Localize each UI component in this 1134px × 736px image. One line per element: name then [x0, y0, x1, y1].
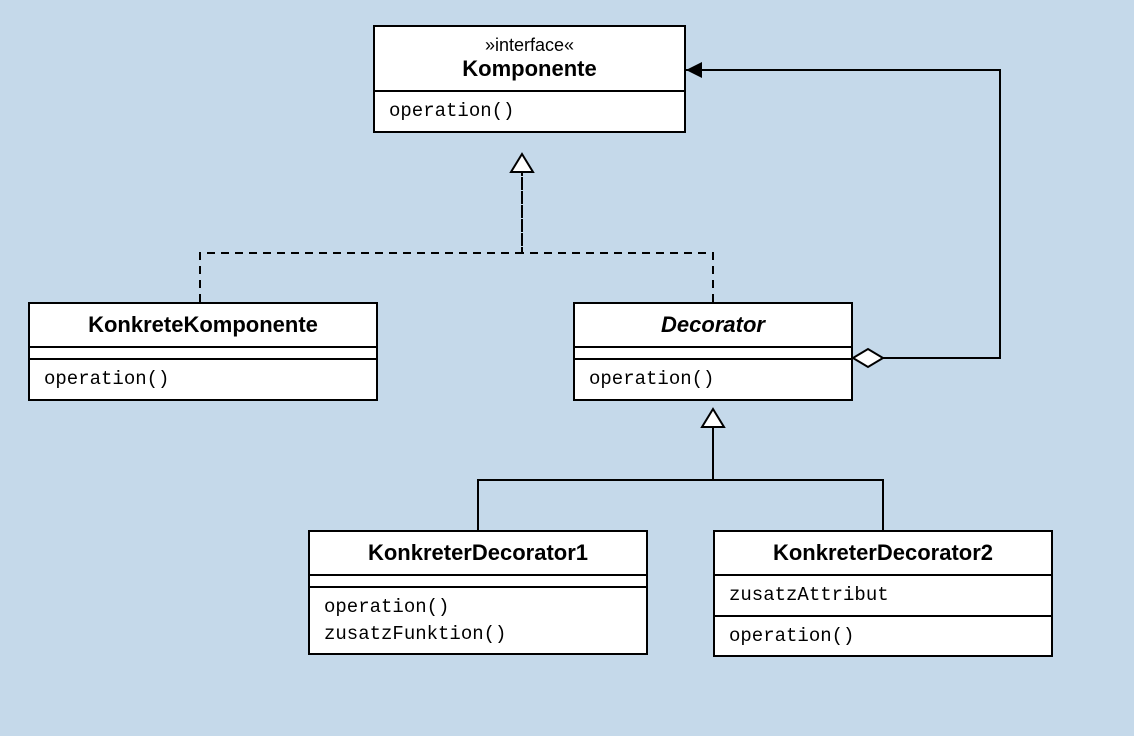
- class-name: Decorator: [591, 312, 835, 338]
- method: operation(): [324, 594, 632, 621]
- realization-decorator-to-komponente: [522, 171, 713, 302]
- inheritance-decorator2-to-decorator: [713, 426, 883, 530]
- class-konkreter-decorator1: KonkreterDecorator1 operation() zusatzFu…: [308, 530, 648, 655]
- methods-section: operation(): [30, 360, 376, 399]
- class-konkreter-decorator2: KonkreterDecorator2 zusatzAttribut opera…: [713, 530, 1053, 657]
- realization-konkrete-to-komponente: [200, 171, 522, 302]
- class-title: KonkreteKomponente: [30, 304, 376, 348]
- class-title: KonkreterDecorator1: [310, 532, 646, 576]
- attributes-section: [310, 576, 646, 588]
- class-name: KonkreteKomponente: [46, 312, 360, 338]
- attribute: zusatzAttribut: [729, 582, 1037, 609]
- methods-section: operation(): [575, 360, 851, 399]
- class-name: Komponente: [391, 56, 668, 82]
- realization-arrowhead-icon: [511, 154, 533, 172]
- class-title: KonkreterDecorator2: [715, 532, 1051, 576]
- class-title: Decorator: [575, 304, 851, 348]
- inheritance-decorator1-to-decorator: [478, 426, 713, 530]
- methods-section: operation() zusatzFunktion(): [310, 588, 646, 653]
- class-name: KonkreterDecorator2: [731, 540, 1035, 566]
- class-decorator: Decorator operation(): [573, 302, 853, 401]
- inheritance-arrowhead-icon: [702, 409, 724, 427]
- stereotype-label: »interface«: [391, 35, 668, 56]
- attributes-section: zusatzAttribut: [715, 576, 1051, 617]
- method: operation(): [389, 98, 670, 125]
- method: zusatzFunktion(): [324, 621, 632, 648]
- aggregation-diamond-icon: [853, 349, 883, 367]
- class-komponente: »interface« Komponente operation(): [373, 25, 686, 133]
- method: operation(): [589, 366, 837, 393]
- methods-section: operation(): [375, 92, 684, 131]
- method: operation(): [44, 366, 362, 393]
- methods-section: operation(): [715, 617, 1051, 656]
- attributes-section: [30, 348, 376, 360]
- method: operation(): [729, 623, 1037, 650]
- attributes-section: [575, 348, 851, 360]
- class-title: »interface« Komponente: [375, 27, 684, 92]
- class-name: KonkreterDecorator1: [326, 540, 630, 566]
- association-arrowhead-icon: [686, 62, 702, 78]
- class-konkrete-komponente: KonkreteKomponente operation(): [28, 302, 378, 401]
